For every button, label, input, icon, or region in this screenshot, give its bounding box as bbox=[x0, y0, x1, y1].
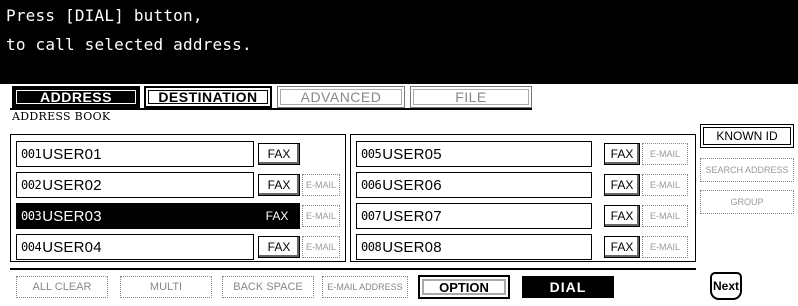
address-row-selected[interactable]: 003 USER03 bbox=[16, 203, 254, 229]
entry-name: USER01 bbox=[42, 145, 102, 163]
fax-button[interactable]: FAX bbox=[604, 205, 640, 227]
email-button[interactable]: E-MAIL bbox=[642, 205, 688, 227]
option-button[interactable]: OPTION bbox=[418, 275, 510, 299]
entry-name: USER07 bbox=[382, 207, 442, 225]
address-row[interactable]: 002 USER02 bbox=[16, 172, 254, 198]
address-row[interactable]: 001 USER01 bbox=[16, 141, 254, 167]
address-book-label: ADDRESS BOOK bbox=[12, 110, 111, 123]
entry-number: 002 bbox=[21, 178, 42, 192]
entry-number: 007 bbox=[361, 209, 382, 223]
message-banner: Press [DIAL] button, to call selected ad… bbox=[0, 0, 798, 84]
known-id-button[interactable]: KNOWN ID bbox=[700, 124, 794, 148]
entry-name: USER05 bbox=[382, 145, 442, 163]
tab-address[interactable]: ADDRESS bbox=[12, 86, 140, 108]
address-row[interactable]: 004 USER04 bbox=[16, 234, 254, 260]
email-button[interactable]: E-MAIL bbox=[302, 174, 340, 196]
entry-name: USER03 bbox=[42, 207, 102, 225]
fax-button[interactable]: FAX bbox=[258, 174, 300, 196]
tab-file[interactable]: FILE bbox=[410, 86, 532, 108]
address-row[interactable]: 006 USER06 bbox=[356, 172, 592, 198]
next-button[interactable]: Next bbox=[710, 272, 742, 300]
entry-name: USER06 bbox=[382, 176, 442, 194]
back-space-button[interactable]: BACK SPACE bbox=[222, 276, 314, 298]
entry-number: 004 bbox=[21, 240, 42, 254]
entry-number: 001 bbox=[21, 147, 42, 161]
fax-button[interactable]: FAX bbox=[604, 174, 640, 196]
fax-button[interactable]: FAX bbox=[604, 236, 640, 258]
tab-advanced[interactable]: ADVANCED bbox=[277, 86, 405, 108]
entry-number: 006 bbox=[361, 178, 382, 192]
email-button[interactable]: E-MAIL bbox=[302, 236, 340, 258]
all-clear-button[interactable]: ALL CLEAR bbox=[16, 276, 108, 298]
bottom-divider bbox=[10, 268, 696, 270]
email-button[interactable]: E-MAIL bbox=[642, 143, 688, 165]
group-button[interactable]: GROUP bbox=[700, 190, 794, 214]
entry-name: USER08 bbox=[382, 238, 442, 256]
fax-button-selected[interactable]: FAX bbox=[254, 203, 300, 229]
address-row[interactable]: 007 USER07 bbox=[356, 203, 592, 229]
entry-number: 005 bbox=[361, 147, 382, 161]
email-address-button[interactable]: E-MAIL ADDRESS bbox=[322, 276, 408, 298]
email-button[interactable]: E-MAIL bbox=[302, 205, 340, 227]
dial-button[interactable]: DIAL bbox=[522, 276, 614, 298]
entry-name: USER02 bbox=[42, 176, 102, 194]
address-row[interactable]: 005 USER05 bbox=[356, 141, 592, 167]
email-button[interactable]: E-MAIL bbox=[642, 174, 688, 196]
multi-button[interactable]: MULTI bbox=[120, 276, 212, 298]
message-line-1: Press [DIAL] button, bbox=[6, 6, 203, 25]
search-address-button[interactable]: SEARCH ADDRESS bbox=[700, 158, 794, 182]
tab-destination[interactable]: DESTINATION bbox=[144, 86, 272, 108]
entry-number: 003 bbox=[21, 209, 42, 223]
fax-button[interactable]: FAX bbox=[604, 143, 640, 165]
message-line-2: to call selected address. bbox=[6, 35, 252, 54]
fax-button[interactable]: FAX bbox=[258, 236, 300, 258]
email-button[interactable]: E-MAIL bbox=[642, 236, 688, 258]
fax-button[interactable]: FAX bbox=[258, 143, 300, 165]
entry-name: USER04 bbox=[42, 238, 102, 256]
entry-number: 008 bbox=[361, 240, 382, 254]
address-row[interactable]: 008 USER08 bbox=[356, 234, 592, 260]
